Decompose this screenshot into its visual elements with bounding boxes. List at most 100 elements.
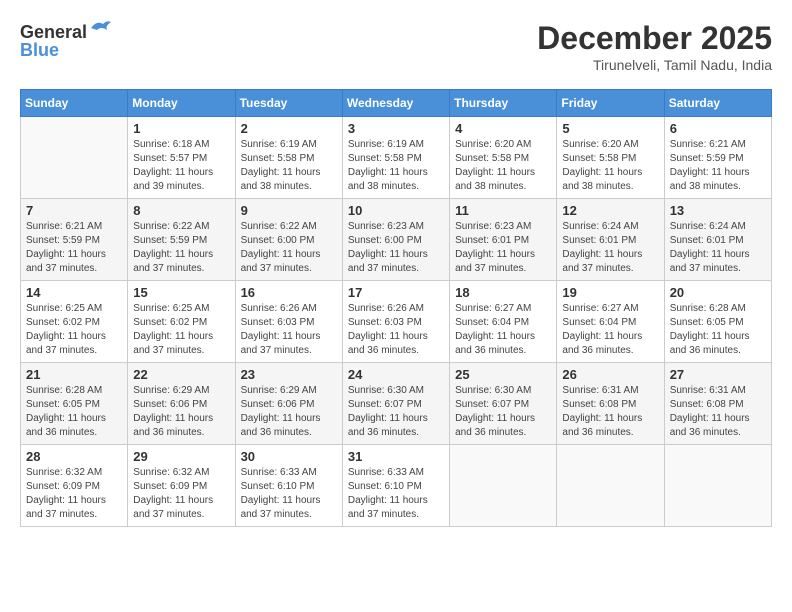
title-block: December 2025 Tirunelveli, Tamil Nadu, I… [537, 20, 772, 73]
day-info: Sunrise: 6:26 AMSunset: 6:03 PMDaylight:… [348, 302, 444, 358]
day-info: Sunrise: 6:25 AMSunset: 6:02 PMDaylight:… [133, 302, 229, 358]
calendar-cell [450, 445, 557, 527]
day-number: 27 [670, 367, 766, 382]
day-number: 23 [241, 367, 337, 382]
day-number: 1 [133, 121, 229, 136]
logo: General Blue [20, 20, 111, 61]
calendar-cell: 12Sunrise: 6:24 AMSunset: 6:01 PMDayligh… [557, 199, 664, 281]
calendar-week-row: 1 Sunrise: 6:18 AMSunset: 5:57 PMDaylight… [21, 117, 772, 199]
calendar-cell: 4 Sunrise: 6:20 AMSunset: 5:58 PMDaylight… [450, 117, 557, 199]
calendar-cell: 11Sunrise: 6:23 AMSunset: 6:01 PMDayligh… [450, 199, 557, 281]
calendar-cell: 16 Sunrise: 6:26 AMSunset: 6:03 PMDayligh… [235, 281, 342, 363]
calendar-cell: 7Sunrise: 6:21 AMSunset: 5:59 PMDaylight… [21, 199, 128, 281]
day-number: 2 [241, 121, 337, 136]
calendar-cell: 2 Sunrise: 6:19 AMSunset: 5:58 PMDaylight… [235, 117, 342, 199]
day-info: Sunrise: 6:26 AMSunset: 6:03 PMDaylight:… [241, 302, 337, 358]
day-info: Sunrise: 6:33 AMSunset: 6:10 PMDaylight:… [241, 466, 337, 522]
day-number: 14 [26, 285, 122, 300]
day-number: 24 [348, 367, 444, 382]
calendar-cell: 30 Sunrise: 6:33 AMSunset: 6:10 PMDayligh… [235, 445, 342, 527]
day-info: Sunrise: 6:33 AMSunset: 6:10 PMDaylight:… [348, 466, 444, 522]
day-info: Sunrise: 6:19 AMSunset: 5:58 PMDaylight:… [241, 138, 337, 194]
calendar-cell: 27 Sunrise: 6:31 AMSunset: 6:08 PMDayligh… [664, 363, 771, 445]
calendar-cell: 8 Sunrise: 6:22 AMSunset: 5:59 PMDaylight… [128, 199, 235, 281]
day-number: 16 [241, 285, 337, 300]
calendar-week-row: 28 Sunrise: 6:32 AMSunset: 6:09 PMDayligh… [21, 445, 772, 527]
weekday-header-tuesday: Tuesday [235, 90, 342, 117]
calendar-cell: 5 Sunrise: 6:20 AMSunset: 5:58 PMDaylight… [557, 117, 664, 199]
day-number: 28 [26, 449, 122, 464]
day-number: 29 [133, 449, 229, 464]
calendar-cell: 15Sunrise: 6:25 AMSunset: 6:02 PMDayligh… [128, 281, 235, 363]
day-info: Sunrise: 6:30 AMSunset: 6:07 PMDaylight:… [455, 384, 551, 440]
calendar-cell: 29 Sunrise: 6:32 AMSunset: 6:09 PMDayligh… [128, 445, 235, 527]
calendar-cell [21, 117, 128, 199]
calendar-cell: 1 Sunrise: 6:18 AMSunset: 5:57 PMDaylight… [128, 117, 235, 199]
day-info: Sunrise: 6:18 AMSunset: 5:57 PMDaylight:… [133, 138, 229, 194]
weekday-header-monday: Monday [128, 90, 235, 117]
logo-line2: Blue [20, 41, 111, 61]
calendar-cell: 10Sunrise: 6:23 AMSunset: 6:00 PMDayligh… [342, 199, 449, 281]
day-number: 20 [670, 285, 766, 300]
day-info: Sunrise: 6:27 AMSunset: 6:04 PMDaylight:… [562, 302, 658, 358]
calendar-cell: 13Sunrise: 6:24 AMSunset: 6:01 PMDayligh… [664, 199, 771, 281]
weekday-header-wednesday: Wednesday [342, 90, 449, 117]
weekday-header-row: SundayMondayTuesdayWednesdayThursdayFrid… [21, 90, 772, 117]
calendar-cell: 31Sunrise: 6:33 AMSunset: 6:10 PMDayligh… [342, 445, 449, 527]
day-info: Sunrise: 6:29 AMSunset: 6:06 PMDaylight:… [241, 384, 337, 440]
day-info: Sunrise: 6:27 AMSunset: 6:04 PMDaylight:… [455, 302, 551, 358]
day-number: 26 [562, 367, 658, 382]
day-info: Sunrise: 6:20 AMSunset: 5:58 PMDaylight:… [455, 138, 551, 194]
calendar-cell [557, 445, 664, 527]
day-number: 30 [241, 449, 337, 464]
day-info: Sunrise: 6:30 AMSunset: 6:07 PMDaylight:… [348, 384, 444, 440]
day-info: Sunrise: 6:25 AMSunset: 6:02 PMDaylight:… [26, 302, 122, 358]
calendar-cell: 25 Sunrise: 6:30 AMSunset: 6:07 PMDayligh… [450, 363, 557, 445]
day-info: Sunrise: 6:29 AMSunset: 6:06 PMDaylight:… [133, 384, 229, 440]
day-info: Sunrise: 6:28 AMSunset: 6:05 PMDaylight:… [670, 302, 766, 358]
day-info: Sunrise: 6:22 AMSunset: 6:00 PMDaylight:… [241, 220, 337, 276]
weekday-header-sunday: Sunday [21, 90, 128, 117]
day-info: Sunrise: 6:28 AMSunset: 6:05 PMDaylight:… [26, 384, 122, 440]
page-header: General Blue December 2025 Tirunelveli, … [20, 20, 772, 73]
calendar-table: SundayMondayTuesdayWednesdayThursdayFrid… [20, 89, 772, 527]
calendar-cell: 20 Sunrise: 6:28 AMSunset: 6:05 PMDayligh… [664, 281, 771, 363]
day-number: 17 [348, 285, 444, 300]
day-number: 21 [26, 367, 122, 382]
day-number: 7 [26, 203, 122, 218]
day-info: Sunrise: 6:20 AMSunset: 5:58 PMDaylight:… [562, 138, 658, 194]
calendar-cell [664, 445, 771, 527]
day-number: 8 [133, 203, 229, 218]
day-info: Sunrise: 6:32 AMSunset: 6:09 PMDaylight:… [26, 466, 122, 522]
month-title: December 2025 [537, 20, 772, 57]
day-info: Sunrise: 6:31 AMSunset: 6:08 PMDaylight:… [562, 384, 658, 440]
calendar-cell: 17 Sunrise: 6:26 AMSunset: 6:03 PMDayligh… [342, 281, 449, 363]
calendar-cell: 24 Sunrise: 6:30 AMSunset: 6:07 PMDayligh… [342, 363, 449, 445]
location-subtitle: Tirunelveli, Tamil Nadu, India [537, 57, 772, 73]
calendar-cell: 23 Sunrise: 6:29 AMSunset: 6:06 PMDayligh… [235, 363, 342, 445]
day-number: 18 [455, 285, 551, 300]
day-info: Sunrise: 6:23 AMSunset: 6:01 PMDaylight:… [455, 220, 551, 276]
day-number: 22 [133, 367, 229, 382]
calendar-cell: 18 Sunrise: 6:27 AMSunset: 6:04 PMDayligh… [450, 281, 557, 363]
calendar-cell: 26 Sunrise: 6:31 AMSunset: 6:08 PMDayligh… [557, 363, 664, 445]
weekday-header-thursday: Thursday [450, 90, 557, 117]
calendar-cell: 9Sunrise: 6:22 AMSunset: 6:00 PMDaylight… [235, 199, 342, 281]
calendar-cell: 28 Sunrise: 6:32 AMSunset: 6:09 PMDayligh… [21, 445, 128, 527]
day-info: Sunrise: 6:24 AMSunset: 6:01 PMDaylight:… [562, 220, 658, 276]
day-info: Sunrise: 6:31 AMSunset: 6:08 PMDaylight:… [670, 384, 766, 440]
calendar-cell: 14 Sunrise: 6:25 AMSunset: 6:02 PMDayligh… [21, 281, 128, 363]
day-info: Sunrise: 6:32 AMSunset: 6:09 PMDaylight:… [133, 466, 229, 522]
day-number: 10 [348, 203, 444, 218]
day-number: 4 [455, 121, 551, 136]
day-info: Sunrise: 6:22 AMSunset: 5:59 PMDaylight:… [133, 220, 229, 276]
calendar-cell: 19Sunrise: 6:27 AMSunset: 6:04 PMDayligh… [557, 281, 664, 363]
day-number: 25 [455, 367, 551, 382]
day-number: 3 [348, 121, 444, 136]
day-number: 5 [562, 121, 658, 136]
weekday-header-saturday: Saturday [664, 90, 771, 117]
day-info: Sunrise: 6:24 AMSunset: 6:01 PMDaylight:… [670, 220, 766, 276]
weekday-header-friday: Friday [557, 90, 664, 117]
calendar-cell: 6Sunrise: 6:21 AMSunset: 5:59 PMDaylight… [664, 117, 771, 199]
calendar-week-row: 14 Sunrise: 6:25 AMSunset: 6:02 PMDayligh… [21, 281, 772, 363]
